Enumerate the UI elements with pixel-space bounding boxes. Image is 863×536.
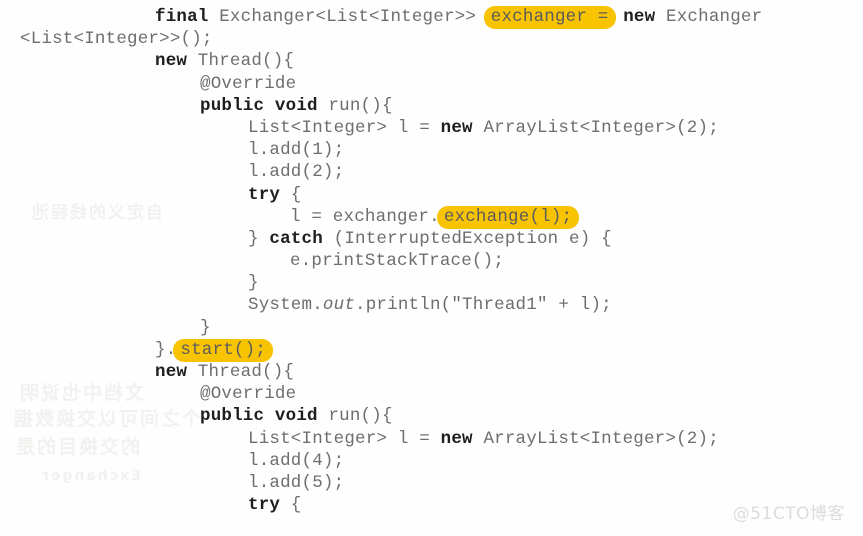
code-line: l.add(2);	[0, 161, 863, 183]
code-line: l = exchanger. exchange(l);	[0, 205, 863, 229]
code-text: l.add(5);	[248, 472, 345, 493]
code-text: System.	[248, 295, 323, 316]
code-line: @Override	[0, 73, 863, 95]
code-line: try {	[0, 184, 863, 206]
code-line: } catch (InterruptedException e) {	[0, 228, 863, 250]
code-line: l.add(4);	[0, 450, 863, 472]
code-text: .println("Thread1" + l);	[355, 295, 612, 316]
code-text: ArrayList<Integer>(2);	[472, 428, 719, 449]
code-block: final Exchanger<List<Integer>> exchanger…	[0, 0, 863, 516]
code-text: l.add(4);	[248, 450, 345, 471]
code-line: System.out.println("Thread1" + l);	[0, 294, 863, 316]
code-text: {	[280, 184, 302, 205]
code-line: }	[0, 272, 863, 294]
code-keyword: new	[623, 7, 656, 27]
code-keyword: final	[155, 7, 209, 27]
code-line: List<Integer> l = new ArrayList<Integer>…	[0, 117, 863, 139]
code-text: l.add(1);	[248, 140, 345, 161]
code-text: ArrayList<Integer>(2);	[472, 117, 719, 138]
code-text: l = exchanger.	[290, 206, 440, 227]
code-text: run(){	[317, 95, 393, 116]
code-line: <List<Integer>>();	[0, 28, 863, 50]
code-keyword: public void	[200, 406, 318, 427]
code-keyword: public void	[200, 95, 318, 116]
code-keyword: catch	[269, 228, 323, 249]
code-italic: out	[322, 295, 356, 316]
code-text: }	[248, 228, 270, 249]
code-line: @Override	[0, 383, 863, 405]
code-text: List<Integer> l =	[248, 117, 441, 138]
code-line: public void run(){	[0, 405, 863, 427]
code-keyword: new	[440, 117, 473, 138]
code-text: }	[248, 273, 259, 294]
code-highlight: exchange(l);	[436, 205, 580, 229]
code-text: }	[200, 317, 211, 338]
code-line: }	[0, 317, 863, 339]
code-text: Thread(){	[187, 51, 295, 72]
code-keyword: try	[248, 184, 281, 205]
code-text: Thread(){	[187, 362, 295, 382]
code-line: public void run(){	[0, 95, 863, 117]
code-highlight: start();	[173, 338, 274, 362]
code-text: (InterruptedException e) {	[322, 228, 612, 249]
code-text: List<Integer> l =	[248, 428, 441, 449]
code-text: {	[280, 495, 302, 516]
code-text: Exchanger<List<Integer>>	[208, 7, 487, 27]
code-text: Exchanger	[655, 7, 763, 27]
code-text: <List<Integer>>();	[20, 29, 213, 50]
code-keyword: new	[440, 428, 473, 449]
code-line: new Thread(){	[0, 50, 863, 72]
code-text: @Override	[200, 384, 297, 405]
watermark: @51CTO博客	[732, 504, 845, 524]
code-keyword: new	[155, 51, 188, 72]
code-line: l.add(1);	[0, 139, 863, 161]
code-line: final Exchanger<List<Integer>> exchanger…	[0, 6, 863, 29]
code-line: }. start();	[0, 338, 863, 362]
code-line: e.printStackTrace();	[0, 250, 863, 272]
code-text: e.printStackTrace();	[290, 251, 505, 272]
code-keyword: try	[248, 495, 281, 516]
code-text: l.add(2);	[248, 162, 345, 183]
code-highlight: exchanger =	[483, 6, 616, 29]
code-text: @Override	[200, 73, 297, 94]
code-text: run(){	[317, 406, 393, 427]
code-keyword: new	[155, 362, 188, 382]
code-line: l.add(5);	[0, 472, 863, 494]
code-line: new Thread(){	[0, 361, 863, 383]
scanned-code-page: 自定义的线程池 文档中也说明 个之间可以交换数据 的交换目的是 Exchanger fi…	[0, 0, 863, 536]
code-line: List<Integer> l = new ArrayList<Integer>…	[0, 428, 863, 450]
